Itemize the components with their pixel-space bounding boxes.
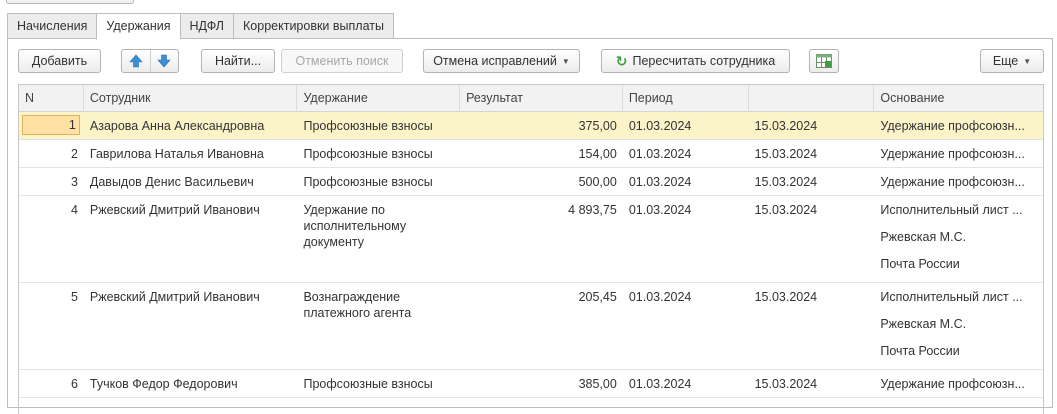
table-row[interactable]: 2 Гаврилова Наталья Ивановна Профсоюзные… <box>19 140 1043 168</box>
basis-cell[interactable]: Удержание профсоюзн... <box>874 370 1043 397</box>
period-end-cell[interactable]: 15.03.2024 <box>749 112 875 139</box>
deduction-cell[interactable]: Вознаграждение платежного агента <box>297 283 460 369</box>
basis-recipient: Ржевская М.С. <box>880 317 967 331</box>
row-number: 1 <box>22 115 80 135</box>
period-start-cell[interactable]: 01.03.2024 <box>623 283 749 369</box>
find-button[interactable]: Найти... <box>201 49 275 73</box>
basis-cell[interactable]: Исполнительный лист ... Ржевская М.С. По… <box>874 196 1043 282</box>
result-cell[interactable]: 154,00 <box>460 140 623 167</box>
add-button[interactable]: Добавить <box>18 49 101 73</box>
tab-accruals[interactable]: Начисления <box>7 13 97 39</box>
basis-cell[interactable]: Удержание профсоюзн... <box>874 140 1043 167</box>
basis-payment-agent: Почта России <box>880 344 960 358</box>
row-number[interactable]: 3 <box>19 168 84 195</box>
result-cell[interactable]: 500,00 <box>460 168 623 195</box>
result-cell[interactable]: 205,45 <box>460 283 623 369</box>
table-settings-button[interactable] <box>809 49 839 73</box>
basis-payment-agent: Почта России <box>880 257 960 271</box>
header-period[interactable]: Период <box>623 85 749 112</box>
period-start-cell[interactable]: 01.03.2024 <box>623 140 749 167</box>
period-start-cell[interactable]: 01.03.2024 <box>623 168 749 195</box>
period-end-cell[interactable]: 15.03.2024 <box>749 196 875 282</box>
tab-bar: Начисления Удержания НДФЛ Корректировки … <box>7 13 394 40</box>
recalculate-employee-button[interactable]: ↻ Пересчитать сотрудника <box>601 49 790 73</box>
period-start-cell[interactable]: 01.03.2024 <box>623 370 749 397</box>
tab-payment-corrections[interactable]: Корректировки выплаты <box>233 13 394 39</box>
employee-cell[interactable]: Ржевский Дмитрий Иванович <box>84 283 298 369</box>
more-dropdown[interactable]: Еще ▼ <box>980 49 1044 73</box>
header-result[interactable]: Результат <box>460 85 623 112</box>
table-row[interactable]: 6 Тучков Федор Федорович Профсоюзные взн… <box>19 370 1043 398</box>
deduction-cell[interactable]: Профсоюзные взносы <box>297 112 460 139</box>
table-row[interactable]: 1 Азарова Анна Александровна Профсоюзные… <box>19 112 1043 140</box>
tab-personal-income-tax[interactable]: НДФЛ <box>179 13 234 39</box>
chevron-down-icon: ▼ <box>561 57 570 66</box>
top-button-stub <box>6 0 134 4</box>
result-cell[interactable]: 375,00 <box>460 112 623 139</box>
table-icon <box>816 54 832 68</box>
recalculate-employee-label: Пересчитать сотрудника <box>632 54 776 68</box>
table-row[interactable]: 3 Давыдов Денис Васильевич Профсоюзные в… <box>19 168 1043 196</box>
employee-cell[interactable]: Гаврилова Наталья Ивановна <box>84 140 298 167</box>
result-cell[interactable]: 385,00 <box>460 370 623 397</box>
header-n[interactable]: N <box>19 85 84 112</box>
deductions-panel: Добавить Найти... Отменить поиск Отмена … <box>7 38 1053 414</box>
more-label: Еще <box>992 54 1019 68</box>
basis-cell[interactable]: Удержание профсоюзн... <box>874 112 1043 139</box>
employee-cell[interactable]: Азарова Анна Александровна <box>84 112 298 139</box>
period-end-cell[interactable]: 15.03.2024 <box>749 370 875 397</box>
row-number[interactable]: 4 <box>19 196 84 282</box>
row-number[interactable]: 5 <box>19 283 84 369</box>
toolbar: Добавить Найти... Отменить поиск Отмена … <box>18 49 1044 73</box>
chevron-down-icon: ▼ <box>1023 57 1032 66</box>
deduction-cell[interactable]: Профсоюзные взносы <box>297 168 460 195</box>
header-deduction[interactable]: Удержание <box>297 85 461 112</box>
cancel-search-button[interactable]: Отменить поиск <box>281 49 403 73</box>
header-employee[interactable]: Сотрудник <box>84 85 298 112</box>
period-end-cell[interactable]: 15.03.2024 <box>749 168 875 195</box>
period-start-cell[interactable]: 01.03.2024 <box>623 112 749 139</box>
header-basis[interactable]: Основание <box>874 85 1043 112</box>
arrow-down-icon <box>157 54 171 68</box>
refresh-icon: ↻ <box>615 53 628 69</box>
move-down-button[interactable] <box>149 50 179 72</box>
move-buttons <box>121 49 179 73</box>
cancel-corrections-label: Отмена исправлений <box>433 54 557 68</box>
tab-deductions[interactable]: Удержания <box>96 13 180 40</box>
table-row[interactable]: 4 Ржевский Дмитрий Иванович Удержание по… <box>19 196 1043 283</box>
period-end-cell[interactable]: 15.03.2024 <box>749 140 875 167</box>
deduction-cell[interactable]: Удержание по исполнительному документу <box>297 196 460 282</box>
period-start-cell[interactable]: 01.03.2024 <box>623 196 749 282</box>
employee-cell[interactable]: Ржевский Дмитрий Иванович <box>84 196 298 282</box>
row-number[interactable]: 2 <box>19 140 84 167</box>
result-cell[interactable]: 4 893,75 <box>460 196 623 282</box>
deduction-cell[interactable]: Профсоюзные взносы <box>297 140 460 167</box>
row-number-cell[interactable]: 1 <box>19 112 84 139</box>
cancel-corrections-dropdown[interactable]: Отмена исправлений ▼ <box>423 49 580 73</box>
move-up-button[interactable] <box>122 50 150 72</box>
employee-cell[interactable]: Тучков Федор Федорович <box>84 370 298 397</box>
basis-document: Исполнительный лист ... <box>880 203 1023 217</box>
basis-cell[interactable]: Исполнительный лист ... Ржевская М.С. По… <box>874 283 1043 369</box>
row-number[interactable]: 6 <box>19 370 84 397</box>
deductions-table: N Сотрудник Удержание Результат Период О… <box>18 84 1044 414</box>
arrow-up-icon <box>129 54 143 68</box>
period-end-cell[interactable]: 15.03.2024 <box>749 283 875 369</box>
basis-recipient: Ржевская М.С. <box>880 230 967 244</box>
table-row[interactable]: 5 Ржевский Дмитрий Иванович Вознагражден… <box>19 283 1043 370</box>
employee-cell[interactable]: Давыдов Денис Васильевич <box>84 168 298 195</box>
basis-cell[interactable]: Удержание профсоюзн... <box>874 168 1043 195</box>
basis-document: Исполнительный лист ... <box>880 290 1023 304</box>
table-header: N Сотрудник Удержание Результат Период О… <box>19 85 1043 112</box>
header-period-end[interactable] <box>749 85 875 112</box>
deduction-cell[interactable]: Профсоюзные взносы <box>297 370 460 397</box>
